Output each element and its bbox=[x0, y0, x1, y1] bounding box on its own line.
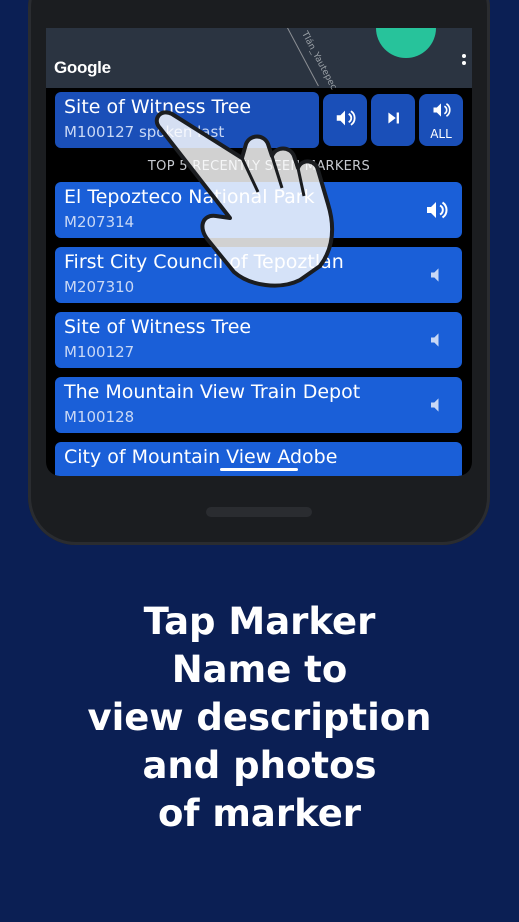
caption-line: view description bbox=[87, 696, 432, 739]
caption-line: of marker bbox=[157, 792, 362, 835]
tap-hand-icon bbox=[154, 110, 335, 288]
marker-title: The Mountain View Train Depot bbox=[64, 381, 361, 403]
speaker-low-icon[interactable] bbox=[426, 395, 446, 415]
marker-title: City of Mountain View Adobe bbox=[64, 446, 338, 468]
caption-line: Tap Marker bbox=[143, 600, 376, 643]
marker-title: Site of Witness Tree bbox=[64, 316, 252, 338]
marker-code: M100127 bbox=[64, 343, 135, 361]
caption: Tap Marker Name to view description and … bbox=[0, 598, 519, 838]
phone-speaker-grille bbox=[206, 507, 312, 517]
speaker-low-icon[interactable] bbox=[426, 265, 446, 285]
google-logo: Google bbox=[54, 58, 111, 77]
map-overflow-icon[interactable] bbox=[462, 54, 466, 84]
speak-all-label: ALL bbox=[430, 127, 452, 141]
marker-code: M207314 bbox=[64, 213, 135, 231]
speaker-icon[interactable] bbox=[424, 198, 448, 222]
skip-next-icon bbox=[388, 112, 399, 124]
marker-row[interactable]: The Mountain View Train Depot M100128 bbox=[55, 377, 462, 433]
map-view[interactable]: Tlán_Yautepec Google bbox=[46, 28, 472, 92]
caption-line: Name to bbox=[171, 648, 348, 691]
speak-all-button[interactable]: ALL bbox=[419, 94, 463, 146]
speaker-low-icon[interactable] bbox=[426, 330, 446, 350]
marker-row[interactable]: Site of Witness Tree M100127 bbox=[55, 312, 462, 368]
marker-code: M207310 bbox=[64, 278, 135, 296]
speaker-icon bbox=[433, 103, 451, 117]
marker-code: M100128 bbox=[64, 408, 135, 426]
caption-line: and photos bbox=[142, 744, 377, 787]
location-fab-button[interactable] bbox=[376, 28, 436, 58]
home-indicator[interactable] bbox=[220, 468, 298, 471]
